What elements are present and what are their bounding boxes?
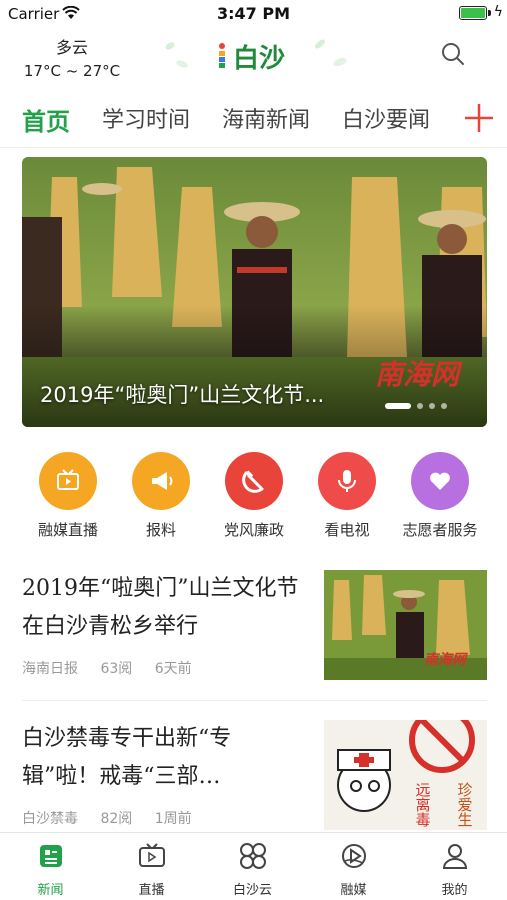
tabbar-label: 直播 bbox=[138, 883, 165, 898]
carousel-dot bbox=[385, 403, 411, 409]
quick-link-label: 志愿者服务 bbox=[402, 521, 478, 539]
status-bar: Carrier 3:47 PM ϟ bbox=[0, 0, 507, 28]
news-thumbnail: 南海网 bbox=[324, 570, 487, 680]
quick-link-live[interactable]: 融媒直播 bbox=[21, 452, 115, 540]
news-meta: 海南日报 63阅 6天前 bbox=[22, 658, 210, 678]
quick-links: 融媒直播 报料 党风廉政 看电视 志愿者服务 bbox=[0, 452, 507, 542]
quick-link-label: 看电视 bbox=[324, 521, 370, 539]
banner-caption: 2019年“啦奥门”山兰文化节... bbox=[40, 383, 325, 407]
weather-condition: 多云 bbox=[55, 38, 88, 57]
hammer-sickle-icon bbox=[225, 452, 283, 510]
charging-icon: ϟ bbox=[493, 4, 503, 20]
media-icon bbox=[341, 844, 366, 868]
category-tabs: 首页 学习时间 海南新闻 白沙要闻 bbox=[0, 92, 507, 148]
tabbar-profile[interactable]: 我的 bbox=[404, 841, 505, 898]
news-meta: 白沙禁毒 82阅 1周前 bbox=[22, 808, 210, 828]
app-header: 多云 17°C ~ 27°C 白沙 bbox=[0, 28, 507, 90]
bottom-tab-bar: 新闻 直播 白沙云 融媒 我的 bbox=[0, 832, 507, 900]
carousel-indicator bbox=[385, 403, 447, 409]
quick-link-label: 融媒直播 bbox=[37, 521, 98, 539]
add-tab-button[interactable] bbox=[451, 92, 507, 147]
status-time: 3:47 PM bbox=[216, 4, 290, 23]
banner-watermark: 南海网 bbox=[374, 358, 459, 391]
tab-study-time[interactable]: 学习时间 bbox=[102, 102, 190, 134]
logo-mark-icon bbox=[219, 43, 225, 68]
microphone-icon bbox=[318, 452, 376, 510]
plus-icon bbox=[465, 104, 493, 132]
news-title: 2019年“啦奥门”山兰文化节在白沙青松乡举行 bbox=[22, 576, 299, 639]
tv-icon bbox=[39, 452, 97, 510]
tabbar-live[interactable]: 直播 bbox=[101, 841, 202, 898]
battery-tip bbox=[488, 10, 491, 16]
battery-icon bbox=[459, 6, 487, 20]
tabbar-media[interactable]: 融媒 bbox=[303, 841, 404, 898]
tabbar-label: 融媒 bbox=[340, 883, 367, 898]
tabbar-label: 新闻 bbox=[37, 883, 64, 898]
app-logo: 白沙 bbox=[165, 34, 347, 78]
news-thumbnail: 远离毒 珍爱生 bbox=[324, 720, 487, 830]
quick-link-label: 报料 bbox=[145, 521, 176, 539]
news-icon bbox=[39, 845, 62, 867]
megaphone-icon bbox=[132, 452, 190, 510]
carousel-dot bbox=[417, 403, 423, 409]
carousel-dot bbox=[441, 403, 447, 409]
news-views: 63阅 bbox=[100, 661, 133, 677]
weather-widget[interactable]: 多云 17°C ~ 27°C bbox=[22, 34, 122, 80]
tab-hainan-news[interactable]: 海南新闻 bbox=[222, 102, 310, 134]
profile-icon bbox=[442, 844, 467, 869]
tabbar-news[interactable]: 新闻 bbox=[0, 841, 101, 898]
news-source: 海南日报 bbox=[22, 661, 78, 677]
tab-baisha-news[interactable]: 白沙要闻 bbox=[342, 102, 430, 134]
tabbar-label: 白沙云 bbox=[232, 883, 272, 898]
news-item[interactable]: 2019年“啦奥门”山兰文化节在白沙青松乡举行 海南日报 63阅 6天前 南海网 bbox=[22, 570, 487, 682]
news-item[interactable]: 白沙禁毒专干出新“专辑”啦！戒毒“三部… 白沙禁毒 82阅 1周前 远离毒 珍爱… bbox=[22, 720, 487, 832]
carousel-dot bbox=[429, 403, 435, 409]
quick-link-report[interactable]: 报料 bbox=[114, 452, 208, 540]
news-time: 6天前 bbox=[154, 661, 192, 677]
leaf-decoration-right-icon bbox=[315, 39, 347, 67]
search-icon[interactable] bbox=[439, 40, 467, 68]
thumb-text: 远离毒 bbox=[414, 782, 431, 827]
cloud-grid-icon bbox=[239, 843, 266, 869]
quick-link-tv[interactable]: 看电视 bbox=[300, 452, 394, 540]
weather-temperature: 17°C ~ 27°C bbox=[23, 62, 121, 80]
news-title: 白沙禁毒专干出新“专辑”啦！戒毒“三部… bbox=[22, 726, 232, 789]
news-source: 白沙禁毒 bbox=[22, 811, 78, 827]
logo-text: 白沙 bbox=[233, 44, 286, 74]
heart-icon bbox=[411, 452, 469, 510]
quick-link-label: 党风廉政 bbox=[223, 521, 284, 539]
quick-link-party[interactable]: 党风廉政 bbox=[207, 452, 301, 540]
thumb-watermark: 南海网 bbox=[424, 651, 468, 667]
news-divider bbox=[22, 700, 487, 701]
thumb-text: 珍爱生 bbox=[456, 782, 473, 827]
news-time: 1周前 bbox=[154, 811, 192, 827]
tab-home[interactable]: 首页 bbox=[22, 102, 70, 137]
banner-carousel[interactable]: 南海网 2019年“啦奥门”山兰文化节... bbox=[22, 157, 487, 427]
live-tv-icon bbox=[138, 843, 165, 867]
quick-link-volunteer[interactable]: 志愿者服务 bbox=[393, 452, 487, 540]
news-views: 82阅 bbox=[100, 811, 133, 827]
tabbar-baisha-cloud[interactable]: 白沙云 bbox=[202, 841, 303, 898]
tabbar-label: 我的 bbox=[441, 883, 468, 898]
